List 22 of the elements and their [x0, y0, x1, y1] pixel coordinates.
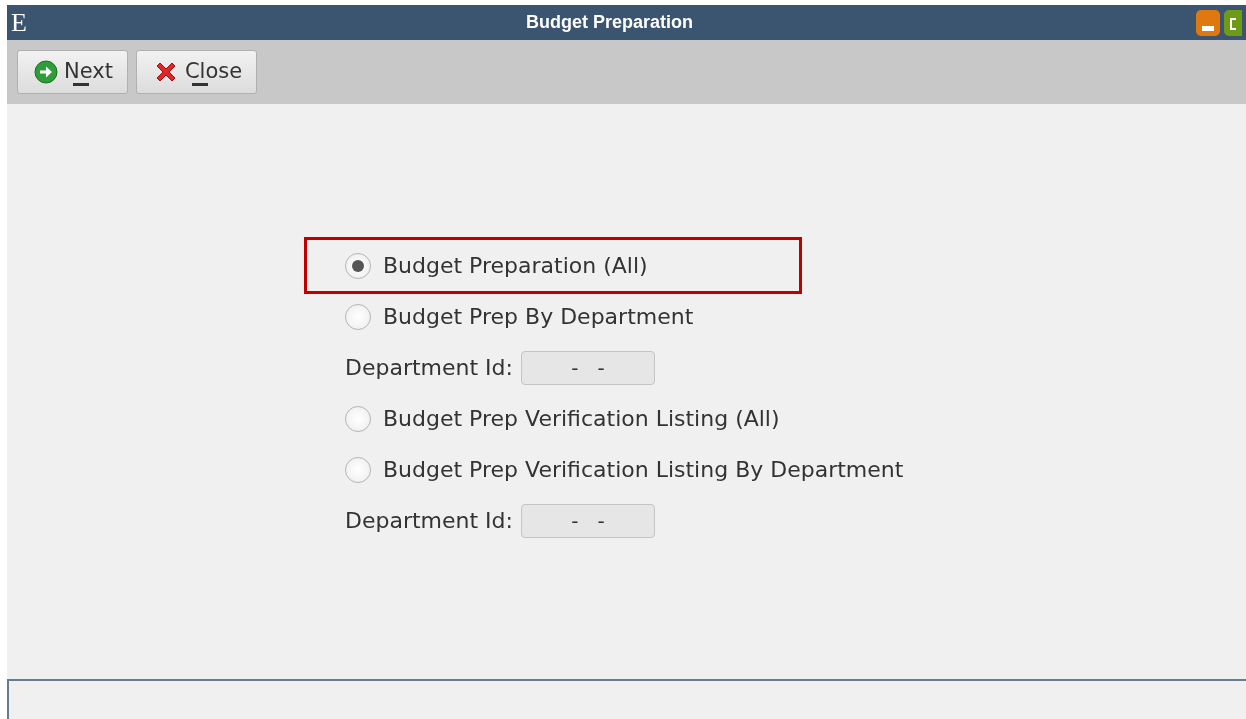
- option-label[interactable]: Budget Prep Verification Listing By Department: [383, 453, 904, 486]
- radio-button[interactable]: [345, 405, 371, 432]
- next-button[interactable]: Next: [17, 50, 128, 94]
- department-id-field[interactable]: - -: [521, 503, 655, 538]
- close-button[interactable]: Close: [135, 50, 258, 94]
- radio-button[interactable]: [345, 456, 371, 483]
- department-id-field[interactable]: - -: [521, 350, 655, 385]
- field-label: Department Id:: [345, 354, 513, 382]
- window-title: Budget Preparation: [524, 11, 694, 34]
- app-logo: E: [11, 9, 27, 36]
- minimize-icon: [1202, 25, 1214, 31]
- radio-button[interactable]: [345, 252, 371, 279]
- shortcut-underline: [191, 83, 208, 86]
- radio-button[interactable]: [345, 303, 371, 330]
- option-label[interactable]: Budget Prep Verification Listing (All): [383, 402, 780, 435]
- option-label[interactable]: Budget Prep By Department: [383, 300, 694, 333]
- maximize-button[interactable]: [1224, 9, 1242, 36]
- minimize-button[interactable]: [1196, 9, 1220, 36]
- option-label[interactable]: Budget Preparation (All): [383, 249, 648, 282]
- shortcut-underline: [73, 83, 89, 86]
- maximize-icon: [1230, 17, 1236, 30]
- field-label: Department Id:: [345, 507, 513, 535]
